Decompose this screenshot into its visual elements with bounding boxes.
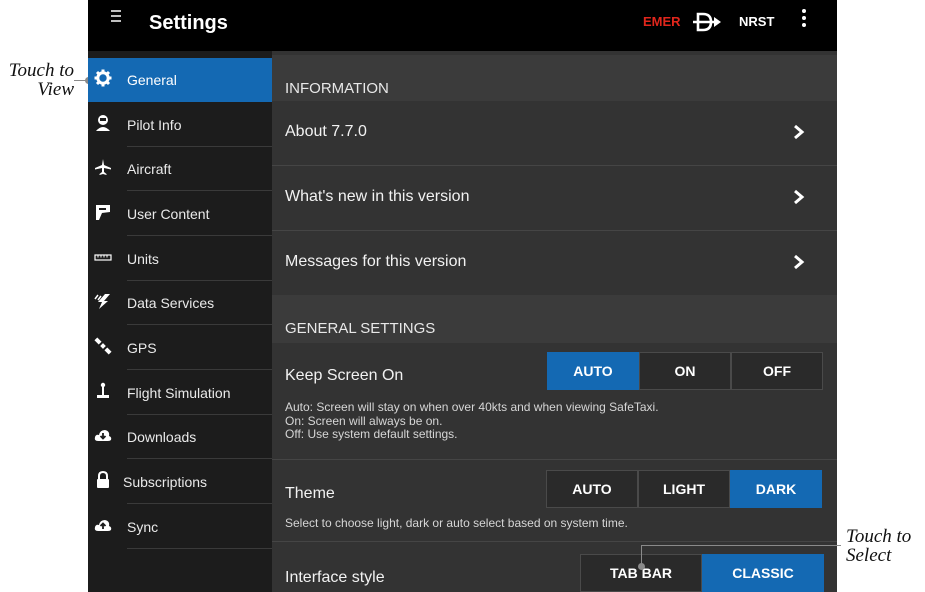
keep-screen-on-selector: AUTO ON OFF <box>547 352 823 390</box>
emer-button[interactable]: EMER <box>643 14 681 29</box>
row-label: What's new in this version <box>285 188 470 205</box>
theme-auto-button[interactable]: AUTO <box>546 470 638 508</box>
theme-label: Theme <box>285 485 335 502</box>
sidebar-item-aircraft[interactable]: Aircraft <box>88 147 272 191</box>
sidebar-item-label: Aircraft <box>127 161 172 177</box>
settings-content: INFORMATION About 7.7.0 What's new in th… <box>272 51 837 592</box>
whats-new-row[interactable]: What's new in this version <box>272 166 837 230</box>
annotation-line: Touch to <box>8 60 74 81</box>
sidebar: General Pilot Info Aircraft User Content… <box>88 51 272 592</box>
keep-screen-on-off-button[interactable]: OFF <box>731 352 823 390</box>
annotation-touch-to-select: Touch to Select <box>846 527 925 565</box>
sidebar-item-downloads[interactable]: Downloads <box>88 415 272 459</box>
chevron-right-icon <box>794 124 805 140</box>
leader-line <box>641 545 841 546</box>
annotation-line: Select <box>846 545 892 566</box>
sidebar-item-label: Pilot Info <box>127 117 182 133</box>
divider <box>272 459 837 460</box>
ruler-icon <box>94 254 112 261</box>
direct-to-icon[interactable] <box>692 11 722 33</box>
sidebar-item-flight-simulation[interactable]: Flight Simulation <box>88 371 272 415</box>
gear-icon <box>94 69 112 87</box>
cloud-download-icon <box>94 430 112 441</box>
sidebar-item-user-content[interactable]: User Content <box>88 192 272 236</box>
description-line: Auto: Screen will stay on when over 40kt… <box>285 400 659 414</box>
sidebar-item-label: Flight Simulation <box>127 385 231 401</box>
sidebar-item-label: Data Services <box>127 295 215 311</box>
lock-icon <box>97 471 109 488</box>
user-content-icon <box>96 205 110 220</box>
sidebar-item-units[interactable]: Units <box>88 237 272 281</box>
sidebar-item-label: GPS <box>127 340 157 356</box>
sidebar-item-label: Sync <box>127 519 159 535</box>
theme-selector: AUTO LIGHT DARK <box>546 470 822 508</box>
messages-row[interactable]: Messages for this version <box>272 231 837 295</box>
airplane-icon <box>95 159 111 175</box>
theme-light-button[interactable]: LIGHT <box>638 470 730 508</box>
description-line: Off: Use system default settings. <box>285 427 458 441</box>
about-row[interactable]: About 7.7.0 <box>272 101 837 165</box>
sidebar-item-label: Downloads <box>127 429 197 445</box>
pilot-icon <box>96 115 110 131</box>
interface-style-label: Interface style <box>285 569 385 586</box>
section-header-general-settings: GENERAL SETTINGS <box>272 295 837 343</box>
interface-style-selector: TAB BAR CLASSIC <box>580 554 824 592</box>
keep-screen-on-description: Auto: Screen will stay on when over 40kt… <box>285 400 659 442</box>
description-line: On: Screen will always be on. <box>285 413 443 428</box>
chevron-right-icon <box>794 189 805 205</box>
theme-description: Select to choose light, dark or auto sel… <box>285 516 628 530</box>
hamburger-icon[interactable] <box>111 10 121 24</box>
page-title: Settings <box>149 12 228 34</box>
joystick-icon <box>97 382 109 398</box>
sidebar-item-general[interactable]: General <box>88 58 272 102</box>
app-window: Settings EMER NRST General Pilot Info Ai… <box>88 0 837 592</box>
keep-screen-on-label: Keep Screen On <box>285 367 404 384</box>
sidebar-item-label: Units <box>127 251 159 267</box>
sidebar-item-data-services[interactable]: Data Services <box>88 281 272 325</box>
satellite-icon <box>94 337 112 355</box>
keep-screen-on-auto-button[interactable]: AUTO <box>547 352 639 390</box>
cloud-sync-icon <box>94 520 112 531</box>
annotation-touch-to-view: Touch to View <box>4 61 74 99</box>
theme-dark-button[interactable]: DARK <box>730 470 822 508</box>
sidebar-item-sync[interactable]: Sync <box>88 505 272 549</box>
annotation-line: Touch to <box>846 526 912 547</box>
row-label: About 7.7.0 <box>285 123 367 140</box>
row-label: Messages for this version <box>285 253 467 270</box>
more-vertical-icon[interactable] <box>801 9 807 31</box>
section-header-label: GENERAL SETTINGS <box>285 320 436 337</box>
keep-screen-on-on-button[interactable]: ON <box>639 352 731 390</box>
leader-dot <box>638 563 645 570</box>
sidebar-item-gps[interactable]: GPS <box>88 326 272 370</box>
data-services-icon <box>94 294 110 309</box>
chevron-right-icon <box>794 254 805 270</box>
sidebar-item-label: User Content <box>127 206 210 222</box>
sidebar-item-subscriptions[interactable]: Subscriptions <box>88 460 272 504</box>
interface-classic-button[interactable]: CLASSIC <box>702 554 824 592</box>
sidebar-item-pilot-info[interactable]: Pilot Info <box>88 103 272 147</box>
top-bar: Settings EMER NRST <box>88 0 837 51</box>
sidebar-item-label: Subscriptions <box>123 474 208 490</box>
divider <box>272 541 837 542</box>
annotation-line: View <box>37 79 74 100</box>
section-header-label: INFORMATION <box>285 80 389 97</box>
sidebar-item-label: General <box>127 72 177 88</box>
section-header-information: INFORMATION <box>272 55 837 103</box>
nrst-button[interactable]: NRST <box>739 14 774 29</box>
